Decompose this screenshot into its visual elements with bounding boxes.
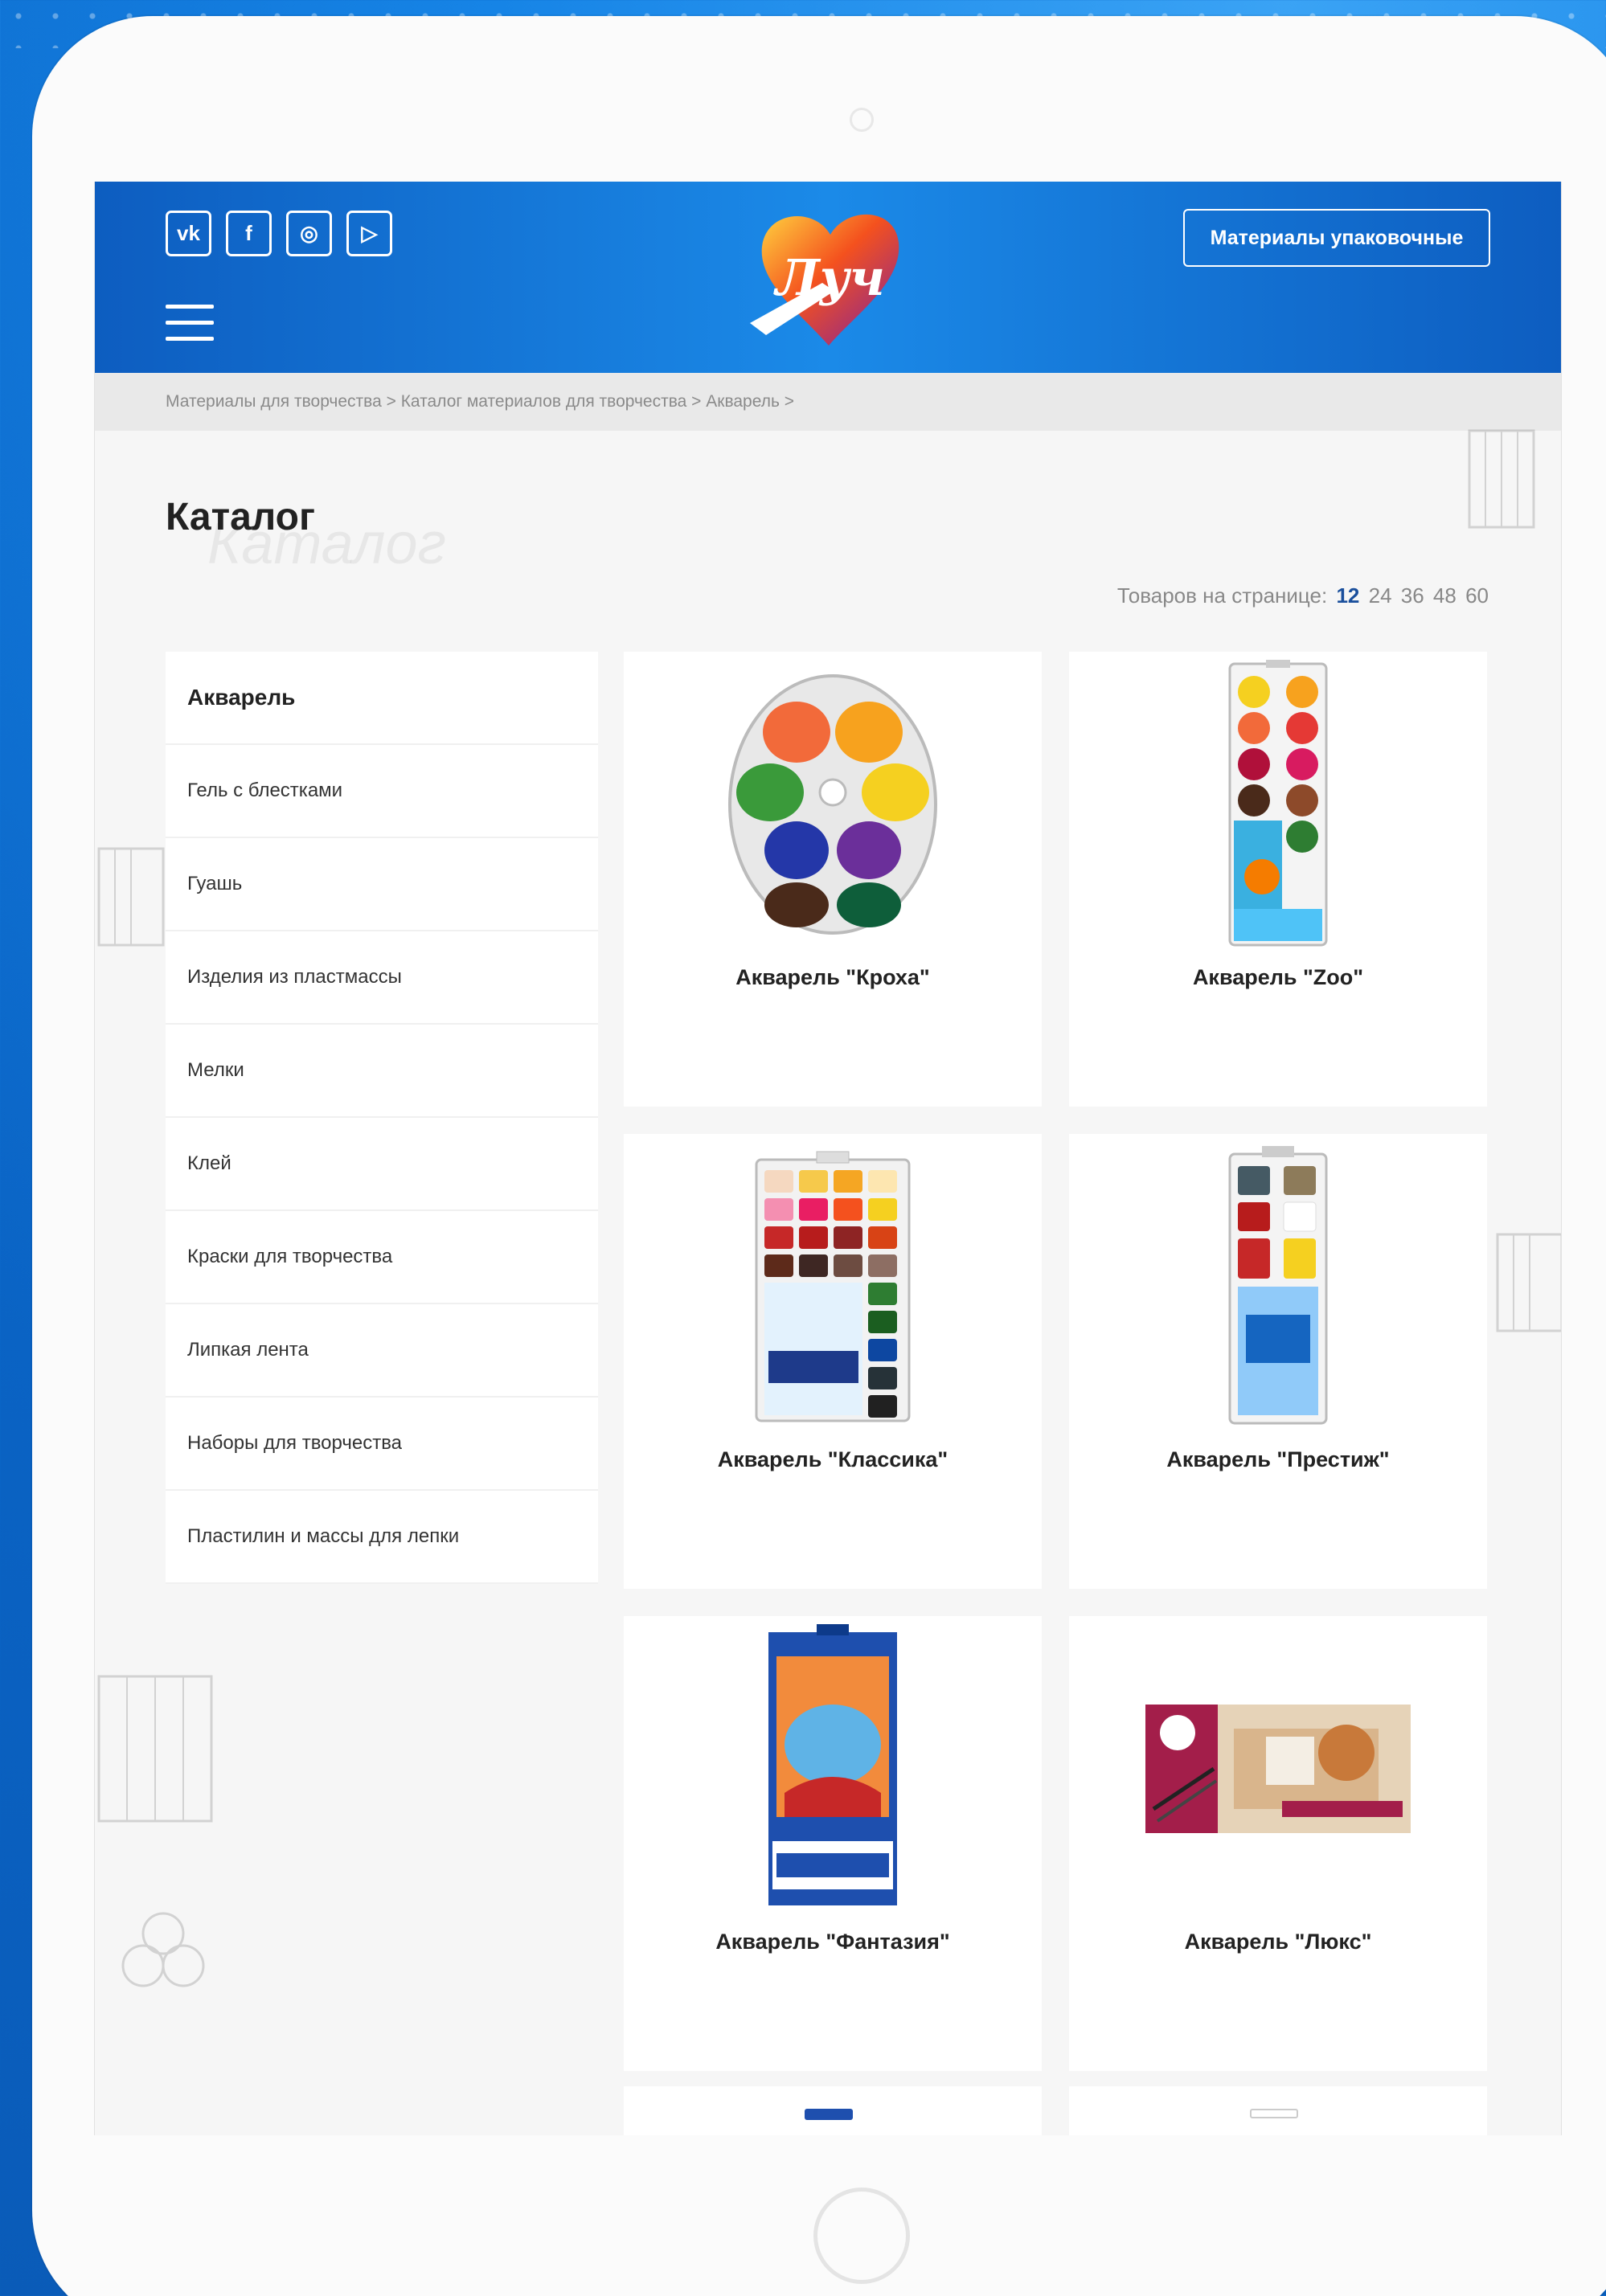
- per-page-option-60[interactable]: 60: [1465, 583, 1489, 608]
- sidebar-item-plastic-products[interactable]: Изделия из пластмассы: [166, 931, 598, 1025]
- breadcrumb-text[interactable]: Материалы для творчества > Каталог матер…: [166, 392, 794, 411]
- product-card[interactable]: Акварель "Кроха": [624, 652, 1042, 1107]
- sidebar-item-glue[interactable]: Клей: [166, 1118, 598, 1211]
- product-card[interactable]: Акварель "Zoo": [1069, 652, 1487, 1107]
- site-header: vk f ◎ ▷ Луч Материалы упаковочные: [95, 182, 1561, 373]
- product-image[interactable]: [624, 1616, 1042, 1922]
- per-page-option-24[interactable]: 24: [1369, 583, 1392, 608]
- per-page-option-36[interactable]: 36: [1401, 583, 1424, 608]
- logo[interactable]: Луч: [734, 203, 927, 363]
- per-page-option-48[interactable]: 48: [1433, 583, 1456, 608]
- per-page-label: Товаров на странице:: [1116, 583, 1328, 608]
- sidebar-item-modeling-clay[interactable]: Пластилин и массы для лепки: [166, 1491, 598, 1584]
- packaging-materials-button[interactable]: Материалы упаковочные: [1183, 209, 1490, 267]
- logo-text: Луч: [773, 248, 885, 307]
- sidebar-item-adhesive-tape[interactable]: Липкая лента: [166, 1304, 598, 1398]
- page-title: Каталог: [166, 496, 315, 538]
- youtube-icon[interactable]: ▷: [346, 211, 392, 256]
- product-card[interactable]: Акварель "Престиж": [1069, 1134, 1487, 1589]
- sidebar-item-watercolor[interactable]: Акварель: [166, 652, 598, 745]
- product-image[interactable]: [1069, 1616, 1487, 1922]
- sidebar-item-craft-paints[interactable]: Краски для творчества: [166, 1211, 598, 1304]
- sidebar-item-glitter-gel[interactable]: Гель с блестками: [166, 745, 598, 838]
- product-card[interactable]: Акварель "Люкс": [1069, 1616, 1487, 2071]
- product-image[interactable]: [624, 1134, 1042, 1439]
- product-name[interactable]: Акварель "Престиж": [1166, 1447, 1389, 1472]
- product-name[interactable]: Акварель "Люкс": [1185, 1930, 1372, 1954]
- crayons-decoration-icon: [97, 847, 165, 947]
- vk-icon[interactable]: vk: [166, 211, 211, 256]
- items-per-page: Товаров на странице: 12 24 36 48 60: [1117, 583, 1489, 608]
- product-image[interactable]: [805, 2109, 853, 2120]
- breadcrumb: Материалы для творчества > Каталог матер…: [95, 373, 1561, 431]
- social-links: vk f ◎ ▷: [166, 211, 392, 256]
- facebook-icon[interactable]: f: [226, 211, 272, 256]
- instagram-icon[interactable]: ◎: [286, 211, 332, 256]
- product-name[interactable]: Акварель "Zoo": [1193, 965, 1363, 990]
- menu-icon[interactable]: [166, 305, 214, 342]
- product-name[interactable]: Акварель "Фантазия": [715, 1930, 949, 1954]
- sidebar-item-craft-kits[interactable]: Наборы для творчества: [166, 1398, 598, 1491]
- product-card[interactable]: Акварель "Классика": [624, 1134, 1042, 1589]
- category-sidebar: Акварель Гель с блестками Гуашь Изделия …: [166, 652, 598, 1584]
- sidebar-item-chalk[interactable]: Мелки: [166, 1025, 598, 1118]
- product-name[interactable]: Акварель "Кроха": [735, 965, 929, 990]
- product-image[interactable]: [1069, 652, 1487, 957]
- sidebar-item-gouache[interactable]: Гуашь: [166, 838, 598, 931]
- home-button[interactable]: [813, 2188, 910, 2284]
- product-grid: Акварель "Кроха" Акварель "Zoo" Акварель…: [624, 652, 1487, 2071]
- crayons-right-decoration-icon: [1496, 1233, 1561, 1332]
- product-card[interactable]: [624, 2086, 1042, 2135]
- palette-decoration-icon: [121, 1912, 205, 1987]
- paint-tubes-decoration-icon: [1468, 429, 1535, 529]
- product-name[interactable]: Акварель "Классика": [718, 1447, 948, 1472]
- product-image[interactable]: [624, 652, 1042, 957]
- product-card[interactable]: Акварель "Фантазия": [624, 1616, 1042, 2071]
- product-image[interactable]: [1250, 2109, 1298, 2118]
- camera-icon: [850, 108, 874, 132]
- crayons-box-decoration-icon: [97, 1675, 213, 1823]
- per-page-option-12[interactable]: 12: [1336, 583, 1359, 608]
- screen: vk f ◎ ▷ Луч Материалы упаковочные Матер…: [94, 182, 1562, 2135]
- product-card[interactable]: [1069, 2086, 1487, 2135]
- product-image[interactable]: [1069, 1134, 1487, 1439]
